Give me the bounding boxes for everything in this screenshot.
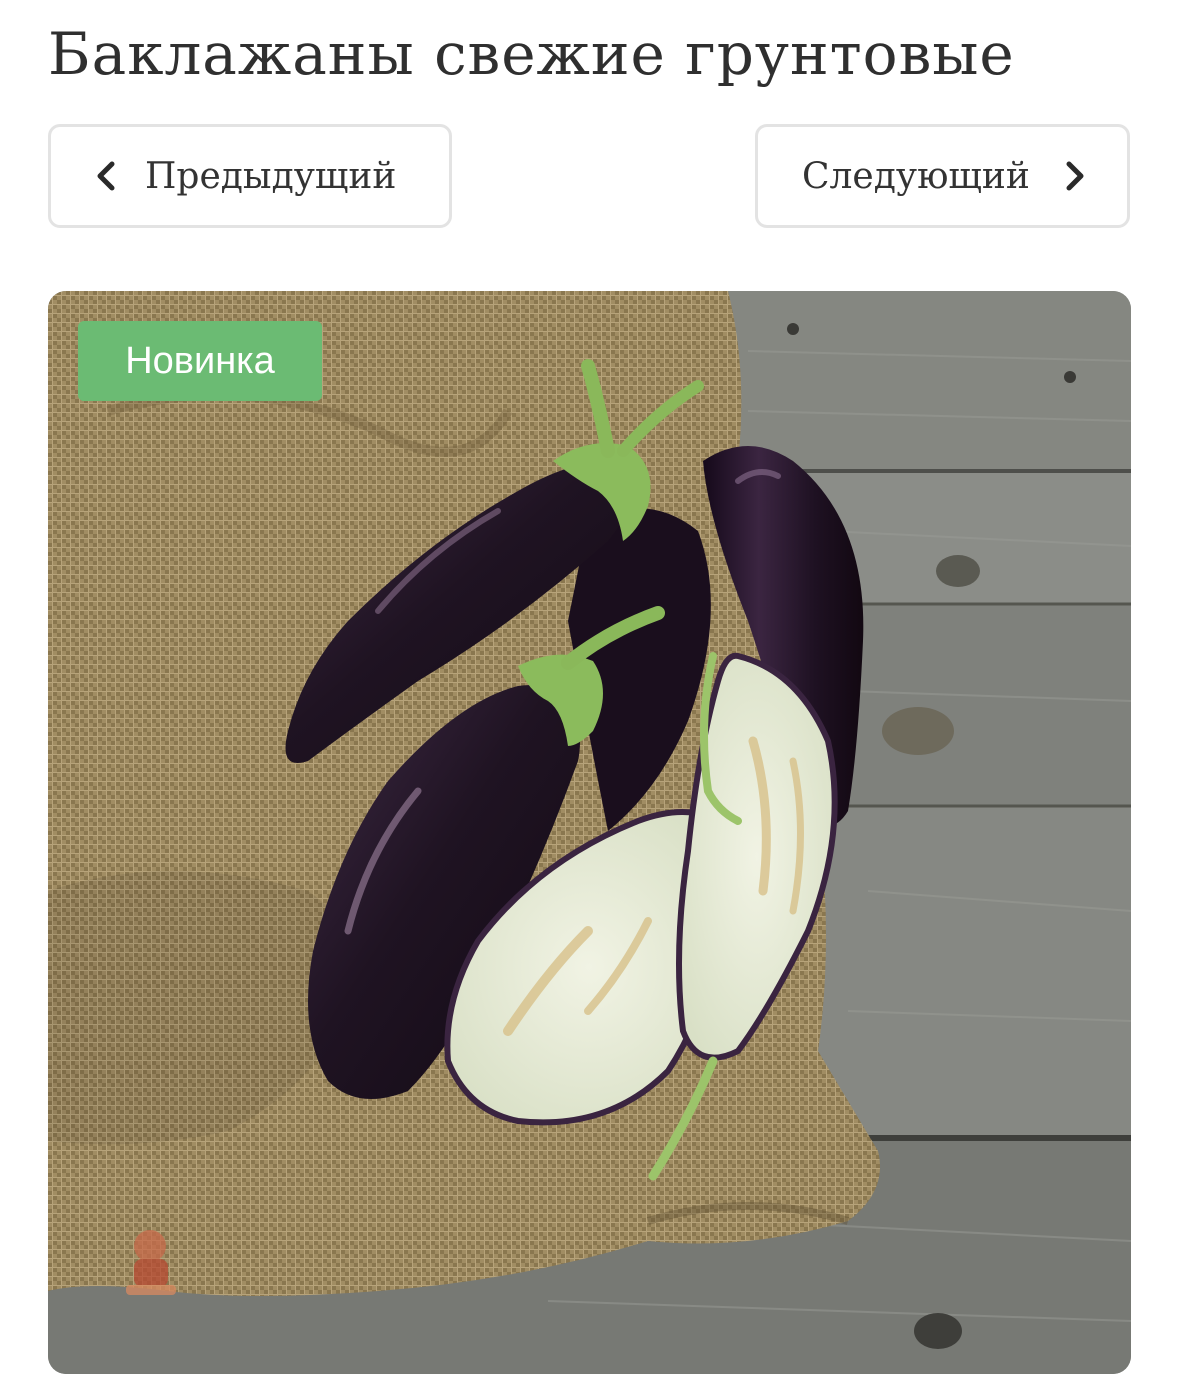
previous-button[interactable]: Предыдущий bbox=[48, 124, 452, 228]
previous-button-label: Предыдущий bbox=[145, 155, 397, 197]
next-button-label: Следующий bbox=[802, 155, 1030, 197]
page-title: Баклажаны свежие грунтовые bbox=[48, 20, 1015, 88]
chevron-right-icon bbox=[1060, 159, 1090, 193]
chevron-left-icon bbox=[91, 159, 121, 193]
product-page: Баклажаны свежие грунтовые Предыдущий Сл… bbox=[0, 0, 1179, 1395]
next-button[interactable]: Следующий bbox=[755, 124, 1130, 228]
new-badge: Новинка bbox=[78, 321, 322, 401]
eggplant-photo bbox=[48, 291, 1131, 1374]
product-image[interactable]: Новинка bbox=[48, 291, 1131, 1374]
